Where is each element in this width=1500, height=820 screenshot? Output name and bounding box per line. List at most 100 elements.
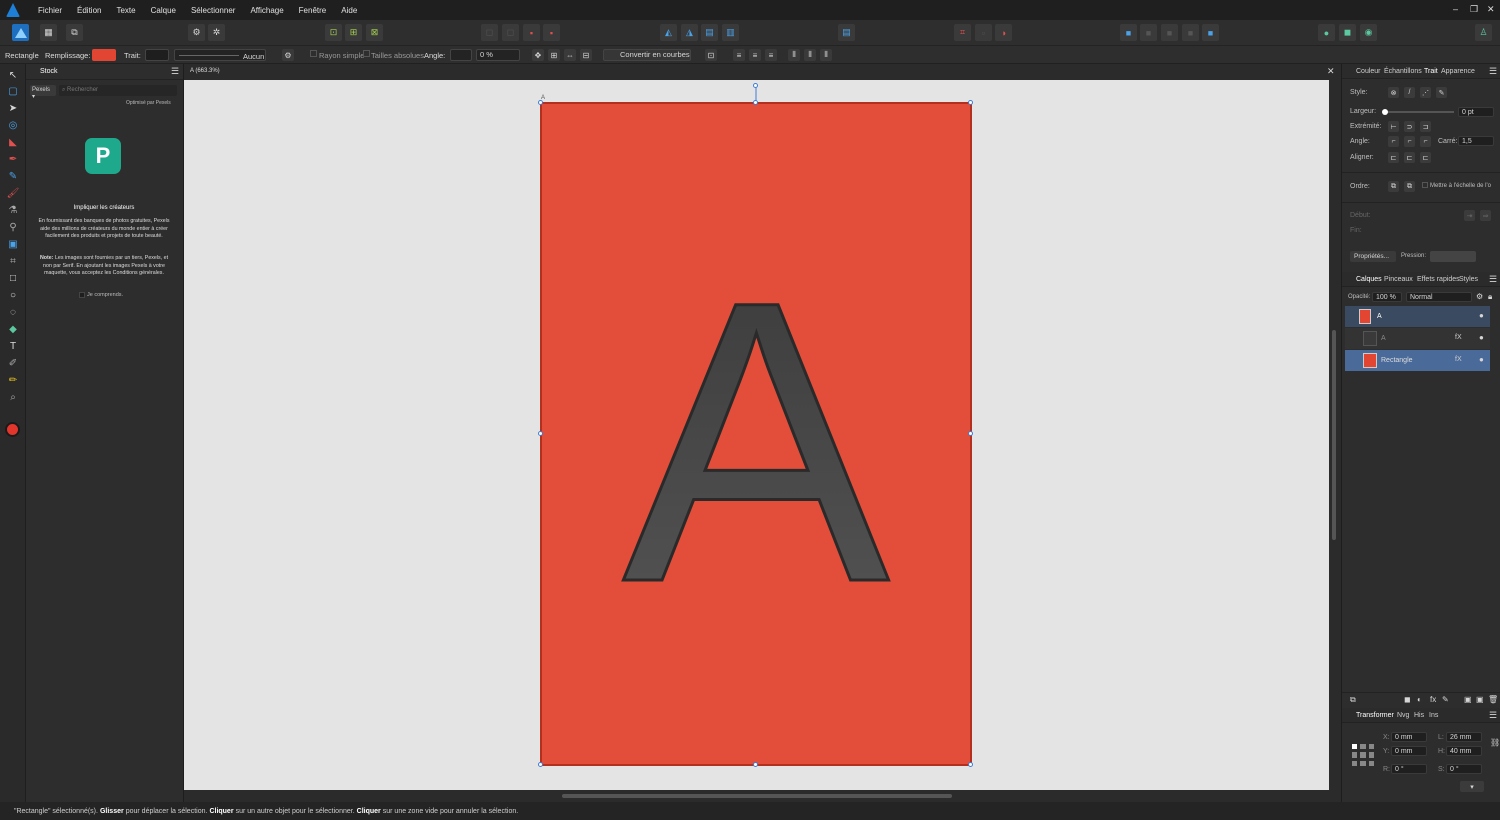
resize-icon[interactable]: ⇔ [564, 49, 576, 61]
align-inside-stroke-icon[interactable]: ⊏ [1404, 152, 1415, 163]
align-top-icon[interactable]: ⫴ [788, 49, 800, 61]
app-logo-icon[interactable] [6, 3, 20, 17]
fx-icon[interactable]: fX [1455, 356, 1462, 363]
edit-text-icon[interactable]: ⊡ [705, 49, 717, 61]
flip-horizontal-icon[interactable]: ◭ [660, 24, 677, 41]
menu-select[interactable]: Sélectionner [191, 6, 235, 15]
fx-icon[interactable]: fX [1455, 334, 1462, 341]
fill-color-well[interactable] [5, 422, 20, 437]
solid-line-icon[interactable]: / [1404, 87, 1415, 98]
align-center-icon[interactable]: ≡ [749, 49, 761, 61]
no-stroke-icon[interactable]: ⊗ [1388, 87, 1399, 98]
layer-name[interactable]: A [1381, 335, 1386, 342]
panel-menu-icon[interactable]: ☰ [171, 66, 179, 77]
horizontal-scrollbar[interactable] [184, 790, 1329, 802]
node-tool-icon[interactable]: ➤ [7, 102, 19, 114]
layer-row[interactable]: A ● [1345, 306, 1490, 327]
resize-handle-bl[interactable] [538, 762, 543, 767]
swap-arrows-icon[interactable]: ⇥ [1464, 210, 1475, 221]
export-persona-icon[interactable]: ⧉ [66, 24, 83, 41]
resize-handle-br[interactable] [968, 762, 973, 767]
menu-view[interactable]: Affichage [250, 6, 283, 15]
settings-icon[interactable]: ⚙ [188, 24, 205, 41]
single-radius-checkbox[interactable] [310, 50, 317, 57]
width-slider[interactable] [1382, 109, 1454, 115]
miter-join-icon[interactable]: ⌐ [1388, 136, 1399, 147]
assistant-icon[interactable]: ● [1318, 24, 1335, 41]
rotate-handle[interactable] [753, 83, 758, 88]
round-cap-icon[interactable]: ⊃ [1404, 121, 1415, 132]
bevel-join-icon[interactable]: ⌐ [1420, 136, 1431, 147]
layer-settings-icon[interactable]: ⚙ [1476, 292, 1483, 301]
designer-persona-icon[interactable] [12, 24, 29, 41]
arrange-icon[interactable]: ◼ [1339, 24, 1356, 41]
scale-stroke-checkbox[interactable] [1422, 182, 1428, 188]
panel-menu-icon[interactable]: ☰ [1489, 710, 1497, 721]
tab-history[interactable]: His [1414, 712, 1424, 719]
blend-mode-dropdown[interactable]: Normal [1406, 292, 1472, 302]
snap-icon[interactable]: ⌗ [954, 24, 971, 41]
fill-tool-icon[interactable]: ⚗ [7, 204, 19, 216]
canvas-area[interactable]: A A [184, 80, 1329, 790]
align-center-stroke-icon[interactable]: ⊏ [1388, 152, 1399, 163]
flip-vertical-icon[interactable]: ◮ [681, 24, 698, 41]
snap-options-icon[interactable]: ▫ [975, 24, 992, 41]
w-field[interactable]: 26 mm [1446, 732, 1482, 742]
boolean-subtract-icon[interactable]: ■ [1140, 24, 1157, 41]
align-icon[interactable]: ▤ [838, 24, 855, 41]
tab-navigator[interactable]: Nvg [1397, 712, 1409, 719]
stroke-behind-icon[interactable]: ⧉ [1388, 181, 1399, 192]
agree-checkbox[interactable] [79, 292, 85, 298]
text-tool-icon[interactable]: T [7, 340, 19, 352]
transparency-tool-icon[interactable]: ⚲ [7, 221, 19, 233]
stock-tab[interactable]: Stock [40, 68, 58, 75]
close-window-button[interactable]: ✕ [1487, 4, 1495, 15]
visibility-icon[interactable]: ● [1479, 311, 1484, 320]
account-icon[interactable]: ♙ [1475, 24, 1492, 41]
width-field[interactable]: 0 pt [1458, 107, 1494, 117]
adjustment-icon[interactable]: ◐ [1417, 695, 1422, 704]
powered-by-label[interactable]: Optimisé par Pexels [126, 100, 171, 106]
pixel-persona-icon[interactable]: ▦ [40, 24, 57, 41]
boolean-divide-icon[interactable]: ■ [1202, 24, 1219, 41]
resize-handle-l[interactable] [538, 431, 543, 436]
layer-row[interactable]: A fX ● [1345, 328, 1490, 349]
menu-help[interactable]: Aide [341, 6, 357, 15]
letter-a-shape[interactable]: A [621, 217, 893, 667]
tab-info[interactable]: Ins [1429, 712, 1438, 719]
align-right-icon[interactable]: ≡ [765, 49, 777, 61]
visibility-icon[interactable]: ● [1479, 355, 1484, 364]
color-picker-icon[interactable]: ✐ [7, 357, 19, 369]
panel-menu-icon[interactable]: ☰ [1489, 274, 1497, 285]
stock-search-input[interactable]: ⌕ Rechercher [59, 85, 177, 96]
texture-line-icon[interactable]: ✎ [1436, 87, 1447, 98]
to-front-icon[interactable]: ▪ [543, 24, 560, 41]
tab-stroke[interactable]: Trait [1424, 68, 1438, 75]
transform-options-button[interactable]: ▾ [1460, 781, 1484, 792]
contour-tool-icon[interactable]: ◎ [7, 119, 19, 131]
boolean-intersect-icon[interactable]: ■ [1161, 24, 1178, 41]
fx-panel-icon[interactable]: fx [1430, 695, 1436, 704]
align-left-icon[interactable]: ≡ [733, 49, 745, 61]
tab-appearance[interactable]: Apparence [1441, 68, 1475, 75]
tab-brushes[interactable]: Pinceaux [1384, 276, 1413, 283]
layer-name[interactable]: Rectangle [1381, 357, 1413, 364]
snapping-icon[interactable]: ✲ [208, 24, 225, 41]
distribute-icon[interactable]: ⊞ [548, 49, 560, 61]
tab-color[interactable]: Couleur [1356, 68, 1381, 75]
lock-icon[interactable]: 🔒︎ [1488, 292, 1492, 302]
tab-quick-effects[interactable]: Effets rapides [1417, 276, 1460, 283]
corner-tool-icon[interactable]: ◣ [7, 136, 19, 148]
isolate-icon[interactable]: ⊞ [345, 24, 362, 41]
restore-button[interactable]: ❐ [1470, 4, 1478, 15]
resize-handle-r[interactable] [968, 431, 973, 436]
butt-cap-icon[interactable]: ⊢ [1388, 121, 1399, 132]
align-middle-icon[interactable]: ⫴ [804, 49, 816, 61]
tab-styles[interactable]: Styles [1459, 276, 1478, 283]
insert-icon[interactable]: ⊡ [325, 24, 342, 41]
scale-icon[interactable]: ⊟ [580, 49, 592, 61]
move-tool-icon[interactable]: ↖ [7, 69, 19, 81]
vertical-scroll-thumb[interactable] [1332, 330, 1336, 540]
vertical-scrollbar[interactable] [1329, 80, 1340, 790]
x-field[interactable]: 0 mm [1391, 732, 1427, 742]
